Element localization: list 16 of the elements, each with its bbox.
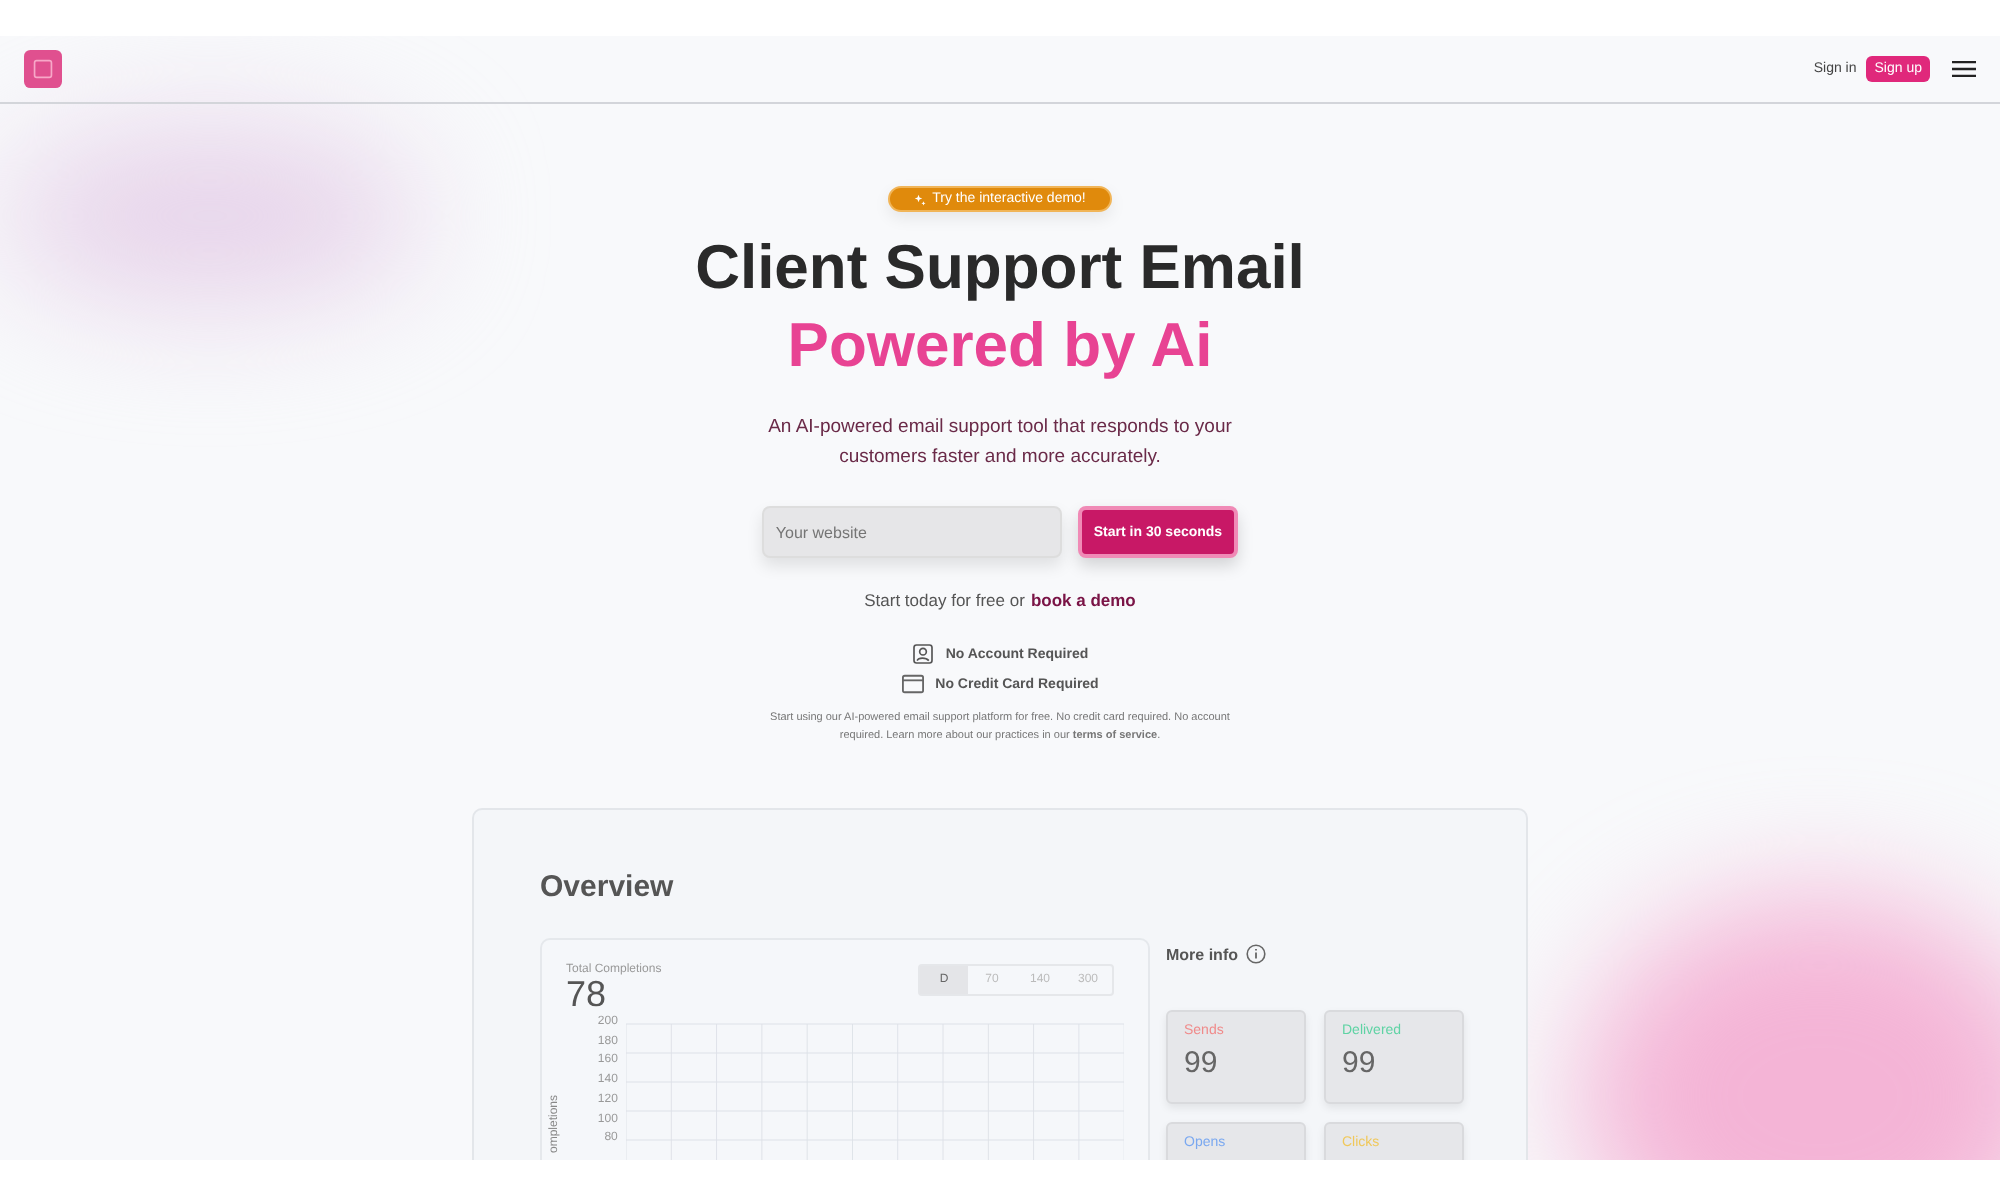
website-field[interactable]: Your website [761,506,1062,558]
menu-icon[interactable] [1952,60,1976,78]
overview-heading: Overview [540,870,676,904]
chart-value: 78 [566,976,607,1012]
stat-value: 99 [1342,1046,1378,1080]
user-icon [911,644,934,664]
sparkle-icon [914,193,927,205]
hero-subtitle: Powered by Ai [787,308,1213,384]
info-icon[interactable] [1246,944,1266,964]
stat-value: 99 [1184,1046,1220,1080]
book-demo-link[interactable]: book a demo [1030,590,1136,610]
hero-description: An AI-powered email support tool that responds to your customers faster and more accurately. [766,414,1234,472]
hero-title: Client Support Email [695,230,1305,306]
credit-card-icon [901,674,924,694]
start-note: Start today for free or [864,590,1025,610]
more-info-label: More info [1166,945,1238,963]
